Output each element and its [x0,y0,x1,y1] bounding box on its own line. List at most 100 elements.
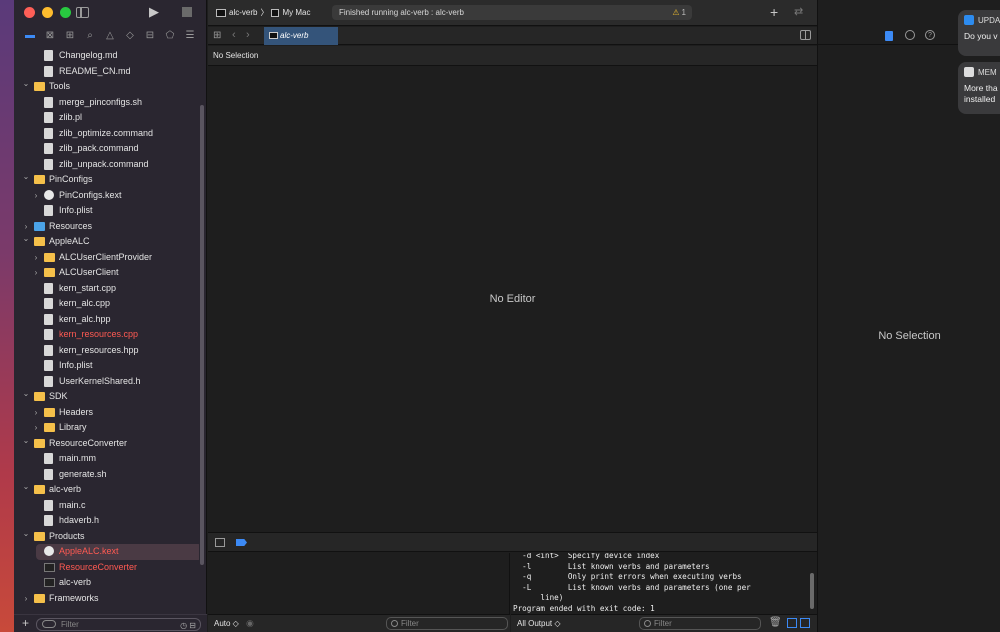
file-tree-row[interactable]: ⌄ alc-verb [14,482,199,498]
breakpoints-toggle-icon[interactable] [236,539,247,546]
issue-navigator-tab-warning-icon[interactable]: △ [100,28,120,44]
chevron-right-icon[interactable]: › [32,250,40,266]
file-tree-row[interactable]: ⌄ ResourceConverter [14,436,199,452]
warning-indicator[interactable]: ⚠ 1 [672,5,686,20]
file-tree-row[interactable]: ResourceConverter [14,560,199,576]
file-tree-row[interactable]: › Frameworks [14,591,199,607]
run-button[interactable]: ▶ [149,5,163,19]
eye-icon[interactable]: ◉ [246,618,254,629]
chevron-down-icon[interactable]: ⌄ [22,479,30,495]
file-tree-row[interactable]: › PinConfigs.kext [14,188,199,204]
file-tree-row[interactable]: Info.plist [14,203,199,219]
console-scrollbar[interactable] [810,573,814,609]
file-tree-row[interactable]: ⌄ PinConfigs [14,172,199,188]
library-add-button[interactable]: + [770,4,778,20]
add-file-button[interactable]: + [22,616,29,630]
file-tree-row[interactable]: ⌄ AppleALC [14,234,199,250]
activity-status[interactable]: Finished running alc-verb : alc-verb ⚠ 1 [332,5,692,20]
history-inspector-clock-icon[interactable] [905,30,915,40]
chevron-down-icon[interactable]: ⌄ [22,76,30,92]
sidebar-toggle-icon[interactable] [76,7,89,18]
close-window-button[interactable] [24,7,35,18]
file-tree-row[interactable]: README_CN.md [14,64,199,80]
chevron-down-icon[interactable]: ⌄ [22,231,30,247]
file-tree-row[interactable]: kern_alc.hpp [14,312,199,328]
file-tree-row[interactable]: kern_resources.cpp [14,327,199,343]
file-tree-row[interactable]: generate.sh [14,467,199,483]
chevron-right-icon[interactable]: › [32,420,40,436]
console-scope-dropdown[interactable]: All Output ◇ [517,619,561,628]
chevron-down-icon[interactable]: ⌄ [22,433,30,449]
file-tree-row[interactable]: kern_alc.cpp [14,296,199,312]
file-tree-row[interactable]: alc-verb [14,575,199,591]
quick-help-icon[interactable]: ? [925,30,935,40]
chevron-down-icon[interactable]: ⌄ [22,386,30,402]
zoom-window-button[interactable] [60,7,71,18]
code-review-arrows-icon[interactable]: ⇄ [794,5,803,18]
split-editor-icon[interactable] [800,30,811,40]
recent-files-clock-icon[interactable]: ◷ ⊟ [180,620,196,631]
find-navigator-tab-search-icon[interactable]: ⌕ [80,28,100,44]
file-icon [44,205,53,216]
debug-navigator-tab-icon[interactable]: ⊟ [140,28,160,44]
stop-button[interactable] [182,7,192,17]
variables-scope-dropdown[interactable]: Auto ◇ [214,619,239,628]
report-navigator-tab-icon[interactable]: ☰ [180,28,200,44]
file-tree-row[interactable]: main.mm [14,451,199,467]
file-tree-row[interactable]: › ALCUserClientProvider [14,250,199,266]
file-tree-row[interactable]: Info.plist [14,358,199,374]
file-tree-scrollbar[interactable] [200,105,204,565]
file-tree-row[interactable]: zlib_pack.command [14,141,199,157]
file-tree-row[interactable]: AppleALC.kext [36,544,199,560]
file-tree-row[interactable]: main.c [14,498,199,514]
file-tree-row[interactable]: hdaverb.h [14,513,199,529]
file-tree-row[interactable]: merge_pinconfigs.sh [14,95,199,111]
trash-icon[interactable]: 🗑 [769,617,782,628]
back-chevron-icon[interactable]: ‹ [232,29,236,41]
chevron-right-icon[interactable]: › [32,405,40,421]
file-tree-row[interactable]: ⌄ Products [14,529,199,545]
project-navigator-tab-folder-icon[interactable]: ▬ [20,28,40,44]
file-inspector-icon[interactable] [885,31,893,41]
file-tree-row[interactable]: › Headers [14,405,199,421]
file-tree-row[interactable]: zlib.pl [14,110,199,126]
breakpoint-navigator-tab-icon[interactable]: ⬠ [160,28,180,44]
update-notification[interactable]: UPDA Do you v [958,10,1000,56]
test-navigator-tab-diamond-icon[interactable]: ◇ [120,28,140,44]
show-console-icon[interactable] [800,618,810,628]
file-tree-row[interactable]: kern_start.cpp [14,281,199,297]
show-variables-icon[interactable] [787,618,797,628]
filter-options-icon[interactable] [42,620,56,628]
file-tree-row[interactable]: zlib_unpack.command [14,157,199,173]
variables-filter-input[interactable]: Filter [386,617,508,630]
console-filter-input[interactable]: Filter [639,617,761,630]
forward-chevron-icon[interactable]: › [246,29,250,41]
file-tree-row[interactable]: ⌄ SDK [14,389,199,405]
chevron-right-icon[interactable]: › [22,591,30,607]
file-tree-row[interactable]: › Resources [14,219,199,235]
related-items-grid-icon[interactable]: ⊞ [213,30,221,41]
chevron-down-icon[interactable]: ⌄ [22,169,30,185]
symbol-navigator-tab-icon[interactable]: ⊞ [60,28,80,44]
file-tree-row[interactable]: zlib_optimize.command [14,126,199,142]
jump-bar[interactable]: No Selection [208,46,817,66]
source-control-tab-icon[interactable]: ⊠ [40,28,60,44]
chevron-down-icon[interactable]: ⌄ [22,526,30,542]
file-tree-row[interactable]: kern_resources.hpp [14,343,199,359]
file-tree-row[interactable]: ⌄ Tools [14,79,199,95]
file-tree-row[interactable]: › Library [14,420,199,436]
file-tree-label: Headers [59,406,94,417]
tab-label: alc-verb [280,31,309,40]
minimize-window-button[interactable] [42,7,53,18]
scheme-selector[interactable]: alc-verb 〉 My Mac [216,7,310,18]
file-tree-row[interactable]: › ALCUserClient [14,265,199,281]
chevron-right-icon[interactable]: › [32,188,40,204]
chevron-right-icon[interactable]: › [32,265,40,281]
file-tree-row[interactable]: UserKernelShared.h [14,374,199,390]
navigator-filter-input[interactable]: Filter ◷ ⊟ [36,618,201,631]
file-tree-row[interactable]: Changelog.md [14,48,199,64]
hide-debug-area-icon[interactable] [215,538,225,547]
memory-notification[interactable]: MEM More tha installed [958,62,1000,114]
tab-alc-verb[interactable]: alc-verb [264,27,338,45]
navigator-tabs: ▬ ⊠ ⊞ ⌕ △ ◇ ⊟ ⬠ ☰ [14,28,207,44]
